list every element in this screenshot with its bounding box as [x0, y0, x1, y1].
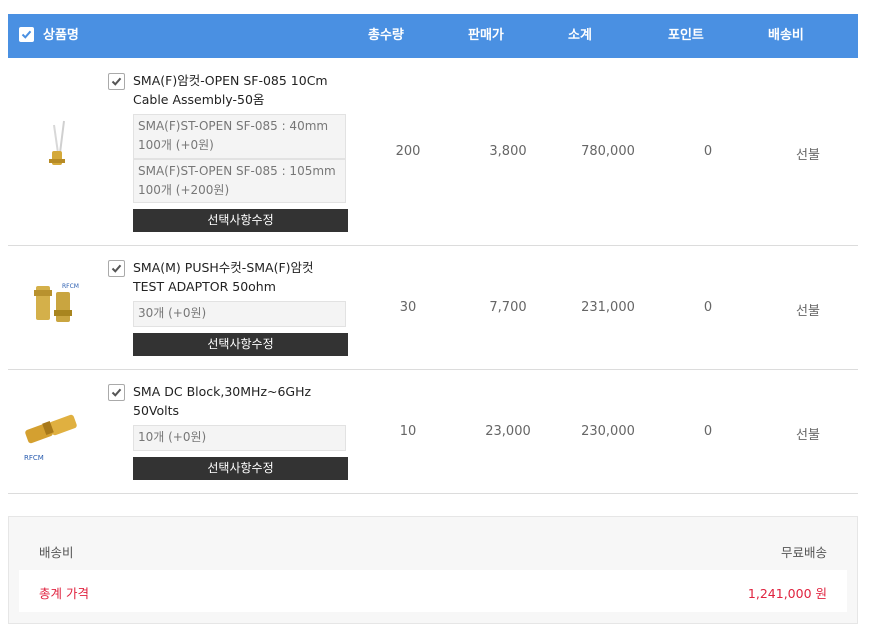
shipping-value: 선불 [796, 428, 820, 443]
edit-options-button[interactable]: 선택사항수정 [133, 333, 348, 356]
select-all-checkbox[interactable] [19, 27, 34, 42]
product-name[interactable]: SMA DC Block,30MHz~6GHz 50Volts [133, 382, 348, 420]
edit-options-button[interactable]: 선택사항수정 [133, 457, 348, 480]
qty-value: 30 [399, 300, 417, 315]
subtotal-value: 780,000 [581, 144, 635, 159]
point-value: 0 [703, 144, 713, 159]
price-value: 23,000 [485, 424, 531, 439]
option-item: 10개 (+0원) [133, 425, 346, 451]
price-value: 3,800 [489, 144, 527, 159]
subtotal-value: 231,000 [581, 300, 635, 315]
total-price-value: 1,241,000 원 [747, 586, 827, 601]
col-product-name: 상품명 [43, 28, 79, 43]
shipping-summary-value: 무료배송 [780, 545, 827, 560]
option-item: SMA(F)ST-OPEN SF-085 : 40mm 100개 (+0원) [133, 114, 346, 159]
qty-value: 200 [395, 144, 421, 159]
price-value: 7,700 [489, 300, 527, 315]
checkmark-icon [111, 388, 122, 397]
product-name[interactable]: SMA(F)암컷-OPEN SF-085 10Cm Cable Assembly… [133, 71, 348, 109]
checkmark-icon [21, 30, 32, 39]
shipping-value: 선불 [796, 148, 820, 163]
col-point: 포인트 [668, 28, 704, 43]
product-image[interactable]: RFCM [18, 398, 88, 468]
product-image[interactable] [18, 117, 88, 187]
option-item: SMA(F)ST-OPEN SF-085 : 105mm 100개 (+200원… [133, 159, 346, 203]
product-name[interactable]: SMA(M) PUSH수컷-SMA(F)암컷 TEST ADAPTOR 50oh… [133, 258, 348, 296]
col-total-qty: 총수량 [368, 28, 404, 43]
checkmark-icon [111, 77, 122, 86]
total-summary-row: 총계 가격 1,241,000 원 [19, 570, 847, 612]
shipping-summary-row: 배송비 무료배송 [19, 529, 847, 569]
point-value: 0 [703, 300, 713, 315]
subtotal-value: 230,000 [581, 424, 635, 439]
option-item: 30개 (+0원) [133, 301, 346, 327]
product-checkbox[interactable] [108, 73, 125, 90]
total-price-label: 총계 가격 [39, 586, 89, 601]
svg-text:RFCM: RFCM [24, 454, 44, 462]
product-checkbox[interactable] [108, 384, 125, 401]
shipping-summary-label: 배송비 [39, 545, 74, 560]
point-value: 0 [703, 424, 713, 439]
cart-row: SMA(F)암컷-OPEN SF-085 10Cm Cable Assembly… [8, 59, 858, 246]
shipping-value: 선불 [796, 304, 820, 319]
product-checkbox[interactable] [108, 260, 125, 277]
checkmark-icon [111, 264, 122, 273]
col-sale-price: 판매가 [468, 28, 504, 43]
edit-options-button[interactable]: 선택사항수정 [133, 209, 348, 232]
cart-row: RFCM SMA(M) PUSH수컷-SMA(F)암컷 TEST ADAPTOR… [8, 246, 858, 370]
cart-row: RFCM SMA DC Block,30MHz~6GHz 50Volts 10개… [8, 370, 858, 494]
col-shipping: 배송비 [768, 28, 804, 43]
product-image[interactable]: RFCM [18, 272, 88, 342]
cart-table-header: 상품명 총수량 판매가 소계 포인트 배송비 [8, 14, 858, 58]
qty-value: 10 [399, 424, 417, 439]
col-subtotal: 소계 [568, 28, 592, 43]
order-summary: 배송비 무료배송 총계 가격 1,241,000 원 [8, 516, 858, 624]
svg-text:RFCM: RFCM [62, 283, 79, 290]
